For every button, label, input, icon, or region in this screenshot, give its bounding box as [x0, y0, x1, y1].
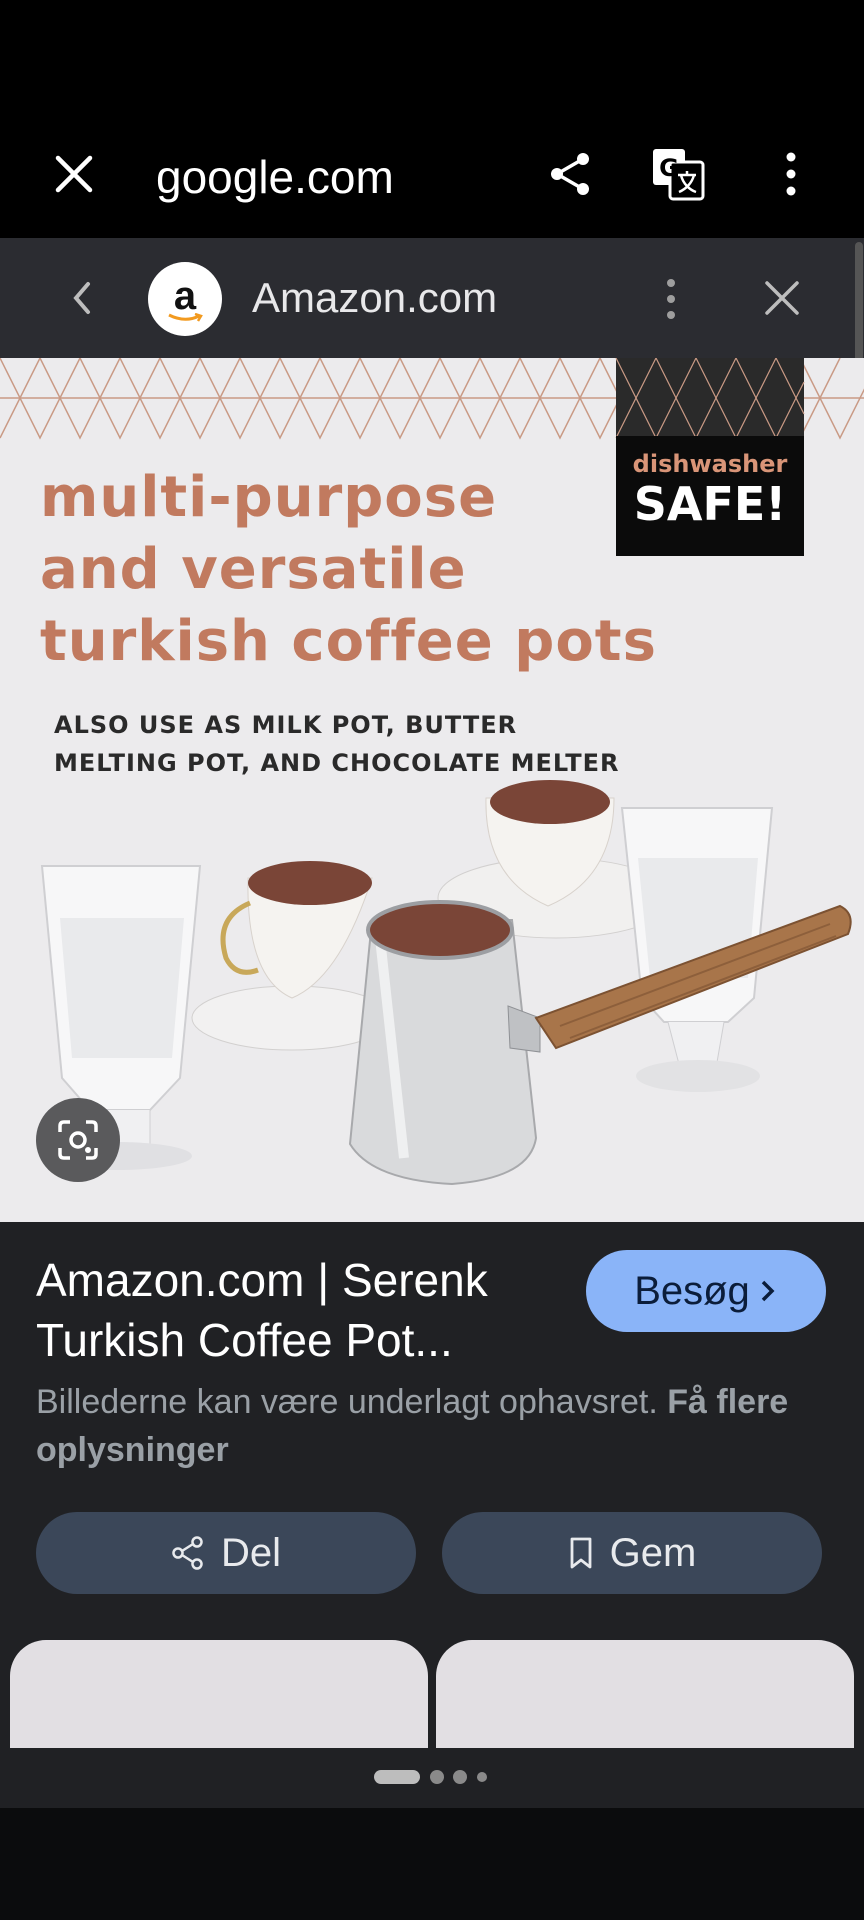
close-icon[interactable]	[52, 152, 96, 196]
svg-text:G: G	[659, 154, 679, 182]
chevron-left-icon[interactable]	[66, 278, 98, 318]
headline: multi-purpose and versatile turkish coff…	[40, 465, 657, 674]
more-vert-icon[interactable]	[776, 150, 806, 198]
google-lens-icon	[58, 1120, 98, 1160]
url-text[interactable]: google.com	[156, 150, 394, 204]
share-button[interactable]: Del	[36, 1512, 416, 1594]
save-label: Gem	[609, 1530, 697, 1575]
translate-icon[interactable]: G	[650, 146, 706, 202]
result-details: Amazon.com | Serenk Turkish Coffee Pot..…	[0, 1222, 864, 1820]
browser-toolbar: google.com G	[0, 110, 864, 238]
share-icon[interactable]	[546, 150, 594, 198]
system-navigation-bar	[0, 1808, 864, 1920]
amazon-logo: a	[148, 262, 222, 336]
bookmark-icon	[570, 1537, 592, 1569]
subheadline: ALSO USE AS MILK POT, BUTTER MELTING POT…	[54, 711, 620, 777]
page-dot	[453, 1770, 467, 1784]
dishwasher-safe-badge: dishwasher SAFE!	[616, 436, 804, 556]
result-title[interactable]: Amazon.com | Serenk Turkish Coffee Pot..…	[36, 1250, 576, 1370]
share-icon	[172, 1536, 203, 1570]
page-dot	[430, 1770, 444, 1784]
visit-button[interactable]: Besøg	[586, 1250, 826, 1332]
source-panel-header: a Amazon.com	[0, 238, 864, 358]
copyright-notice: Billederne kan være underlagt ophavsret.…	[36, 1383, 789, 1469]
product-image[interactable]: multi-purpose and versatile turkish coff…	[0, 358, 864, 1222]
status-bar	[0, 0, 864, 110]
more-vert-icon[interactable]	[656, 276, 686, 322]
chevron-right-icon	[761, 1280, 775, 1302]
lens-search-button[interactable]	[36, 1098, 120, 1182]
share-label: Del	[220, 1530, 282, 1575]
visit-label: Besøg	[634, 1268, 750, 1313]
page-dot	[477, 1772, 487, 1782]
smile-icon	[168, 313, 203, 322]
site-name[interactable]: Amazon.com	[252, 274, 497, 322]
close-icon[interactable]	[762, 278, 802, 318]
save-button[interactable]: Gem	[442, 1512, 822, 1594]
page-dot-active	[374, 1770, 420, 1784]
page-indicator	[0, 1748, 864, 1808]
